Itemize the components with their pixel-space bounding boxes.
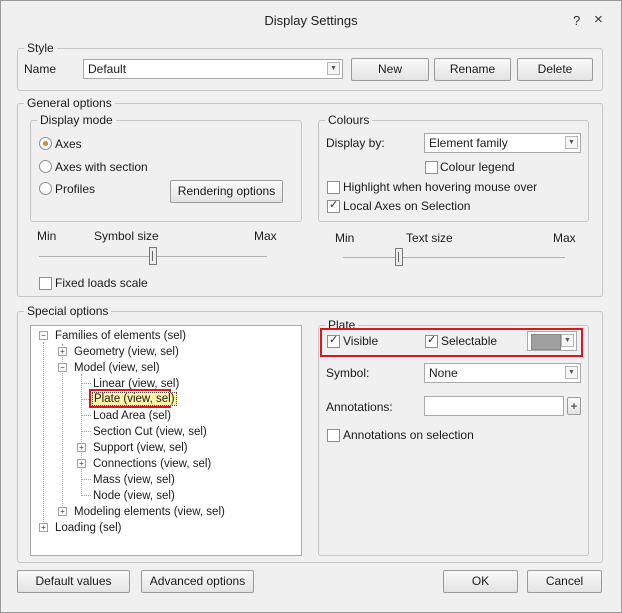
style-name-combo[interactable]: Default ▼ [83,59,343,79]
colours-title: Colours [325,113,373,127]
new-button[interactable]: New [351,58,429,81]
chevron-down-icon[interactable]: ▼ [565,366,578,379]
radio-axes-label: Axes [55,137,82,151]
radio-profiles-label: Profiles [55,182,96,196]
selectable-checkbox[interactable] [425,333,438,348]
radio-axes[interactable] [39,137,52,150]
tree-expand-icon[interactable]: + [58,507,67,516]
tree-node-section-cut[interactable]: Section Cut (view, sel) [93,425,207,439]
tree-collapse-icon[interactable]: − [39,331,48,340]
delete-button[interactable]: Delete [517,58,593,81]
tree-node-model[interactable]: Model (view, sel) [74,361,160,375]
default-values-button[interactable]: Default values [17,570,130,593]
tree-node-loading[interactable]: Loading (sel) [55,521,121,535]
general-options-title: General options [24,96,115,110]
tree-expand-icon[interactable]: + [77,459,86,468]
display-by-label: Display by: [326,136,385,150]
ok-button[interactable]: OK [443,570,518,593]
annotations-field[interactable] [424,396,564,416]
tree-expand-icon[interactable]: + [77,443,86,452]
style-group-title: Style [24,41,57,55]
fixed-loads-label: Fixed loads scale [55,276,148,290]
chevron-down-icon[interactable]: ▼ [561,334,574,347]
symbol-size-label: Symbol size [94,229,159,243]
radio-profiles[interactable] [39,182,52,195]
tree-node-plate[interactable]: Plate (view, sel) [92,392,177,406]
close-icon[interactable]: × [594,11,603,28]
display-by-value: Element family [429,136,508,150]
text-size-slider[interactable] [394,248,403,266]
display-settings-dialog: Display Settings ? × Style Name Default … [0,0,622,613]
tree-node-support[interactable]: Support (view, sel) [93,441,188,455]
symbol-label: Symbol: [326,366,370,380]
symbol-size-max-label: Max [254,229,277,243]
local-axes-checkbox[interactable] [327,198,340,213]
text-size-min-label: Min [335,231,355,245]
highlight-hover-label: Highlight when hovering mouse over [343,180,538,194]
tree-node-load-area[interactable]: Load Area (sel) [93,409,171,423]
annotations-label: Annotations: [326,400,393,414]
window-title: Display Settings [264,13,358,28]
symbol-size-slider[interactable] [149,247,157,265]
display-by-combo[interactable]: Element family ▼ [424,133,581,153]
local-axes-label: Local Axes on Selection [343,199,471,213]
tree-node-connections[interactable]: Connections (view, sel) [93,457,211,471]
visible-checkbox[interactable] [327,333,340,348]
text-size-max-label: Max [553,231,576,245]
colour-legend-label: Colour legend [440,160,515,174]
help-icon[interactable]: ? [573,13,580,28]
advanced-options-button[interactable]: Advanced options [141,570,254,593]
families-tree[interactable]: − Families of elements (sel) + Geometry … [30,325,302,556]
colour-legend-checkbox[interactable] [425,161,438,174]
style-name-value: Default [88,62,127,76]
colour-swatch [531,334,561,350]
chevron-down-icon[interactable]: ▼ [565,136,578,149]
radio-axes-with-section-label: Axes with section [55,160,148,174]
tree-node-node[interactable]: Node (view, sel) [93,489,175,503]
tree-collapse-icon[interactable]: − [58,363,67,372]
tree-node-mass[interactable]: Mass (view, sel) [93,473,175,487]
tree-node-modeling-elements[interactable]: Modeling elements (view, sel) [74,505,225,519]
chevron-down-icon[interactable]: ▼ [327,62,340,75]
tree-expand-icon[interactable]: + [39,523,48,532]
display-mode-title: Display mode [37,113,116,127]
highlight-hover-checkbox[interactable] [327,181,340,194]
symbol-combo[interactable]: None ▼ [424,363,581,383]
tree-node-geometry[interactable]: Geometry (view, sel) [74,345,179,359]
rename-button[interactable]: Rename [434,58,511,81]
rendering-options-button[interactable]: Rendering options [170,180,283,203]
add-annotation-button[interactable]: + [567,397,581,415]
name-label: Name [24,62,57,76]
selectable-label: Selectable [441,334,498,348]
text-size-label: Text size [406,231,453,245]
symbol-value: None [429,366,458,380]
tree-node-families[interactable]: Families of elements (sel) [55,329,186,343]
plate-colour-picker[interactable]: ▼ [527,331,577,351]
radio-axes-with-section[interactable] [39,160,52,173]
text-size-track [343,257,565,258]
annotations-on-selection-label: Annotations on selection [343,428,474,442]
visible-label: Visible [343,334,379,348]
cancel-button[interactable]: Cancel [527,570,602,593]
fixed-loads-checkbox[interactable] [39,277,52,290]
tree-expand-icon[interactable]: + [58,347,67,356]
annotations-on-selection-checkbox[interactable] [327,429,340,442]
symbol-size-min-label: Min [37,229,57,243]
special-options-title: Special options [24,304,112,318]
title-bar: Display Settings ? × [1,1,621,37]
